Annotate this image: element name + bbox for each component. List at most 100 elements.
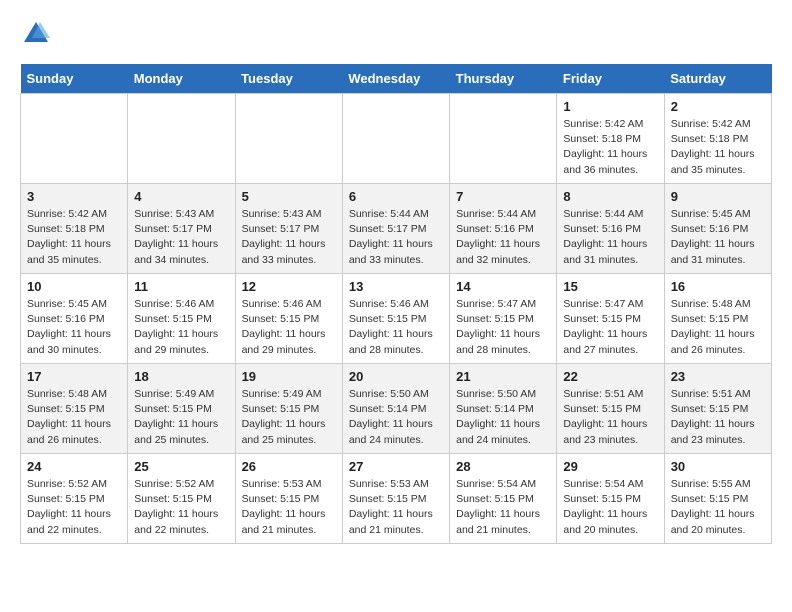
day-info: Sunrise: 5:45 AM Sunset: 5:16 PM Dayligh…: [27, 297, 121, 358]
calendar-cell: 16 Sunrise: 5:48 AM Sunset: 5:15 PM Dayli…: [664, 274, 771, 364]
day-number: 26: [242, 459, 336, 474]
day-info: Sunrise: 5:49 AM Sunset: 5:15 PM Dayligh…: [134, 387, 228, 448]
day-info: Sunrise: 5:42 AM Sunset: 5:18 PM Dayligh…: [27, 207, 121, 268]
day-info: Sunrise: 5:46 AM Sunset: 5:15 PM Dayligh…: [349, 297, 443, 358]
calendar-cell: 30 Sunrise: 5:55 AM Sunset: 5:15 PM Dayli…: [664, 454, 771, 544]
calendar-cell: 6 Sunrise: 5:44 AM Sunset: 5:17 PM Daylig…: [342, 184, 449, 274]
calendar-cell: 5 Sunrise: 5:43 AM Sunset: 5:17 PM Daylig…: [235, 184, 342, 274]
day-info: Sunrise: 5:44 AM Sunset: 5:16 PM Dayligh…: [456, 207, 550, 268]
weekday-header-thursday: Thursday: [450, 64, 557, 94]
day-number: 6: [349, 189, 443, 204]
day-info: Sunrise: 5:43 AM Sunset: 5:17 PM Dayligh…: [242, 207, 336, 268]
calendar-cell: 20Sunrise: 5:50 AM Sunset: 5:14 PM Dayli…: [342, 364, 449, 454]
day-number: 18: [134, 369, 228, 384]
day-info: Sunrise: 5:46 AM Sunset: 5:15 PM Dayligh…: [134, 297, 228, 358]
calendar-cell: 11 Sunrise: 5:46 AM Sunset: 5:15 PM Dayli…: [128, 274, 235, 364]
day-number: 2: [671, 99, 765, 114]
calendar-cell: [342, 94, 449, 184]
day-number: 24: [27, 459, 121, 474]
calendar-cell: [128, 94, 235, 184]
calendar-cell: 23Sunrise: 5:51 AM Sunset: 5:15 PM Dayli…: [664, 364, 771, 454]
calendar-cell: 15 Sunrise: 5:47 AM Sunset: 5:15 PM Dayli…: [557, 274, 664, 364]
day-info: Sunrise: 5:50 AM Sunset: 5:14 PM Dayligh…: [456, 387, 550, 448]
day-number: 25: [134, 459, 228, 474]
calendar-cell: 24 Sunrise: 5:52 AM Sunset: 5:15 PM Dayli…: [21, 454, 128, 544]
day-number: 28: [456, 459, 550, 474]
day-info: Sunrise: 5:55 AM Sunset: 5:15 PM Dayligh…: [671, 477, 765, 538]
calendar-week-row: 1Sunrise: 5:42 AM Sunset: 5:18 PM Daylig…: [21, 94, 772, 184]
day-number: 14: [456, 279, 550, 294]
calendar-cell: [450, 94, 557, 184]
day-number: 13: [349, 279, 443, 294]
day-number: 19: [242, 369, 336, 384]
day-number: 9: [671, 189, 765, 204]
calendar-cell: 10 Sunrise: 5:45 AM Sunset: 5:16 PM Dayli…: [21, 274, 128, 364]
calendar-cell: 12 Sunrise: 5:46 AM Sunset: 5:15 PM Dayli…: [235, 274, 342, 364]
logo-icon: [22, 20, 50, 48]
calendar-cell: 13 Sunrise: 5:46 AM Sunset: 5:15 PM Dayli…: [342, 274, 449, 364]
weekday-header-row: SundayMondayTuesdayWednesdayThursdayFrid…: [21, 64, 772, 94]
calendar-cell: 9 Sunrise: 5:45 AM Sunset: 5:16 PM Daylig…: [664, 184, 771, 274]
calendar-cell: 7 Sunrise: 5:44 AM Sunset: 5:16 PM Daylig…: [450, 184, 557, 274]
day-info: Sunrise: 5:50 AM Sunset: 5:14 PM Dayligh…: [349, 387, 443, 448]
calendar-cell: 19 Sunrise: 5:49 AM Sunset: 5:15 PM Dayli…: [235, 364, 342, 454]
day-number: 10: [27, 279, 121, 294]
day-number: 30: [671, 459, 765, 474]
page-header: [20, 20, 772, 48]
day-info: Sunrise: 5:49 AM Sunset: 5:15 PM Dayligh…: [242, 387, 336, 448]
calendar-cell: 14 Sunrise: 5:47 AM Sunset: 5:15 PM Dayli…: [450, 274, 557, 364]
day-info: Sunrise: 5:54 AM Sunset: 5:15 PM Dayligh…: [456, 477, 550, 538]
calendar-cell: 22 Sunrise: 5:51 AM Sunset: 5:15 PM Dayli…: [557, 364, 664, 454]
day-number: 7: [456, 189, 550, 204]
day-info: Sunrise: 5:53 AM Sunset: 5:15 PM Dayligh…: [242, 477, 336, 538]
day-number: 23: [671, 369, 765, 384]
day-info: Sunrise: 5:47 AM Sunset: 5:15 PM Dayligh…: [563, 297, 657, 358]
calendar-week-row: 24 Sunrise: 5:52 AM Sunset: 5:15 PM Dayli…: [21, 454, 772, 544]
calendar-cell: 29Sunrise: 5:54 AM Sunset: 5:15 PM Dayli…: [557, 454, 664, 544]
day-number: 16: [671, 279, 765, 294]
day-info: Sunrise: 5:42 AM Sunset: 5:18 PM Dayligh…: [563, 117, 657, 178]
day-number: 17: [27, 369, 121, 384]
day-info: Sunrise: 5:53 AM Sunset: 5:15 PM Dayligh…: [349, 477, 443, 538]
calendar-table: SundayMondayTuesdayWednesdayThursdayFrid…: [20, 64, 772, 544]
day-number: 3: [27, 189, 121, 204]
calendar-cell: 4Sunrise: 5:43 AM Sunset: 5:17 PM Daylig…: [128, 184, 235, 274]
calendar-cell: 25 Sunrise: 5:52 AM Sunset: 5:15 PM Dayli…: [128, 454, 235, 544]
day-info: Sunrise: 5:51 AM Sunset: 5:15 PM Dayligh…: [563, 387, 657, 448]
calendar-cell: 27Sunrise: 5:53 AM Sunset: 5:15 PM Dayli…: [342, 454, 449, 544]
weekday-header-monday: Monday: [128, 64, 235, 94]
day-info: Sunrise: 5:43 AM Sunset: 5:17 PM Dayligh…: [134, 207, 228, 268]
day-info: Sunrise: 5:47 AM Sunset: 5:15 PM Dayligh…: [456, 297, 550, 358]
calendar-cell: 8Sunrise: 5:44 AM Sunset: 5:16 PM Daylig…: [557, 184, 664, 274]
calendar-cell: [235, 94, 342, 184]
day-info: Sunrise: 5:45 AM Sunset: 5:16 PM Dayligh…: [671, 207, 765, 268]
day-number: 29: [563, 459, 657, 474]
day-number: 15: [563, 279, 657, 294]
calendar-cell: 17 Sunrise: 5:48 AM Sunset: 5:15 PM Dayli…: [21, 364, 128, 454]
weekday-header-wednesday: Wednesday: [342, 64, 449, 94]
day-number: 12: [242, 279, 336, 294]
calendar-cell: 2Sunrise: 5:42 AM Sunset: 5:18 PM Daylig…: [664, 94, 771, 184]
day-number: 21: [456, 369, 550, 384]
day-info: Sunrise: 5:48 AM Sunset: 5:15 PM Dayligh…: [671, 297, 765, 358]
weekday-header-sunday: Sunday: [21, 64, 128, 94]
logo: [20, 20, 50, 48]
day-number: 5: [242, 189, 336, 204]
calendar-week-row: 17 Sunrise: 5:48 AM Sunset: 5:15 PM Dayli…: [21, 364, 772, 454]
calendar-cell: 18 Sunrise: 5:49 AM Sunset: 5:15 PM Dayli…: [128, 364, 235, 454]
day-info: Sunrise: 5:44 AM Sunset: 5:17 PM Dayligh…: [349, 207, 443, 268]
day-number: 22: [563, 369, 657, 384]
day-info: Sunrise: 5:44 AM Sunset: 5:16 PM Dayligh…: [563, 207, 657, 268]
calendar-week-row: 10 Sunrise: 5:45 AM Sunset: 5:16 PM Dayli…: [21, 274, 772, 364]
weekday-header-friday: Friday: [557, 64, 664, 94]
day-info: Sunrise: 5:52 AM Sunset: 5:15 PM Dayligh…: [134, 477, 228, 538]
day-info: Sunrise: 5:52 AM Sunset: 5:15 PM Dayligh…: [27, 477, 121, 538]
calendar-cell: [21, 94, 128, 184]
calendar-week-row: 3 Sunrise: 5:42 AM Sunset: 5:18 PM Daylig…: [21, 184, 772, 274]
calendar-cell: 26 Sunrise: 5:53 AM Sunset: 5:15 PM Dayli…: [235, 454, 342, 544]
day-info: Sunrise: 5:48 AM Sunset: 5:15 PM Dayligh…: [27, 387, 121, 448]
day-number: 11: [134, 279, 228, 294]
weekday-header-saturday: Saturday: [664, 64, 771, 94]
day-info: Sunrise: 5:46 AM Sunset: 5:15 PM Dayligh…: [242, 297, 336, 358]
weekday-header-tuesday: Tuesday: [235, 64, 342, 94]
